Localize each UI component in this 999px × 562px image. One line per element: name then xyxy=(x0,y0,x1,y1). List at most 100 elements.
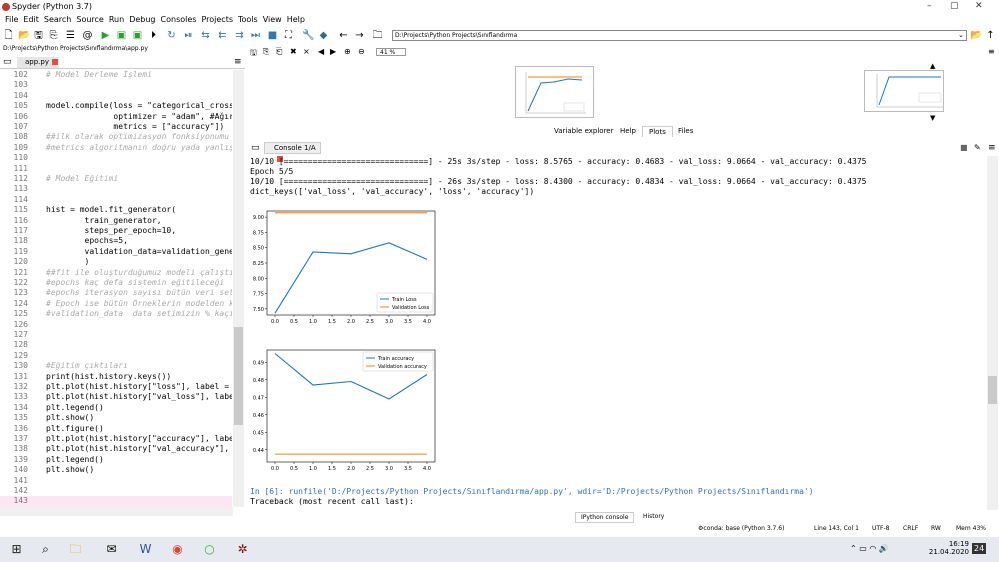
browse-consoles-icon[interactable]: ▭ xyxy=(251,143,260,153)
browse-folder-icon[interactable]: 📂 xyxy=(970,30,982,41)
menu-projects[interactable]: Projects xyxy=(201,15,233,24)
line-number: 103 xyxy=(13,80,28,90)
scroll-down-icon[interactable]: ▼ xyxy=(930,114,935,122)
save-all-plots-icon[interactable]: ⎘ xyxy=(263,47,269,57)
mail-icon[interactable]: ✉ xyxy=(104,542,119,557)
tab-history[interactable]: History xyxy=(638,512,669,521)
chrome-icon[interactable]: ◉ xyxy=(170,542,185,557)
menu-tools[interactable]: Tools xyxy=(238,15,258,24)
save-plot-icon[interactable]: 🖫 xyxy=(250,47,257,61)
console-line: 10/10 [==============================] -… xyxy=(250,157,867,166)
line-text: plt.legend() xyxy=(46,454,104,464)
line-text: # Model Derleme İşlemi xyxy=(46,70,152,79)
run-cell-advance-icon[interactable]: ▣ xyxy=(132,30,143,41)
run-icon[interactable]: ▶ xyxy=(100,30,111,41)
editor-scroll-thumb[interactable] xyxy=(234,327,243,425)
pane-options-icon[interactable]: ≡ xyxy=(988,47,995,56)
list-icon[interactable]: ☰ xyxy=(65,30,76,41)
parent-dir-icon[interactable]: ↑ xyxy=(985,30,996,41)
step-into-icon[interactable]: ⇇ xyxy=(217,30,228,41)
zoom-in-icon[interactable]: ⊕ xyxy=(344,47,351,56)
save-all-icon[interactable]: ⎘ xyxy=(48,30,59,41)
step-icon[interactable]: ⇆ xyxy=(200,30,211,41)
tab-help[interactable]: Help xyxy=(614,126,642,136)
browse-tabs-icon[interactable]: ▭ xyxy=(3,57,12,67)
minimize-button[interactable]: – xyxy=(927,1,932,11)
search-icon[interactable]: ⌕ xyxy=(38,542,53,557)
menu-search[interactable]: Search xyxy=(44,15,71,24)
continue-icon[interactable]: ⏭ xyxy=(250,30,261,41)
spyder-taskbar-icon[interactable]: ✲ xyxy=(235,542,250,557)
run-cell-icon[interactable]: ▣ xyxy=(116,30,127,41)
menu-debug[interactable]: Debug xyxy=(129,15,155,24)
wrench-icon[interactable]: 🔧 xyxy=(302,30,314,41)
word-icon[interactable]: W xyxy=(138,542,153,557)
tab-files[interactable]: Files xyxy=(672,126,699,136)
run-selection-icon[interactable]: ⏵ xyxy=(148,30,159,41)
menu-run[interactable]: Run xyxy=(109,15,124,24)
file-explorer-icon[interactable]: 🗀 xyxy=(68,542,83,557)
new-file-icon[interactable]: 🗋 xyxy=(3,30,14,41)
line-number: 108 xyxy=(13,132,28,142)
maximize-pane-icon[interactable]: ⛶ xyxy=(283,30,294,41)
line-text: plt.show() xyxy=(46,413,95,423)
stop-icon[interactable]: ■ xyxy=(267,30,278,41)
debug-icon[interactable]: ⏯ xyxy=(183,30,194,41)
save-icon[interactable]: 🖫 xyxy=(33,30,44,41)
x-tick-label: 0.0 xyxy=(271,319,279,325)
console-options-icon[interactable]: ≡ xyxy=(988,143,996,153)
step-return-icon[interactable]: ⇉ xyxy=(234,30,245,41)
menu-source[interactable]: Source xyxy=(76,15,103,24)
notification-badge[interactable]: 24 xyxy=(972,543,987,554)
close-tab-icon[interactable] xyxy=(52,59,58,65)
clock[interactable]: 16:19 21.04.2020 xyxy=(929,540,969,556)
code-editor[interactable]: 102 # Model Derleme İşlemi 103 104 105 model.… xyxy=(0,70,245,513)
plot-thumbnail[interactable] xyxy=(864,70,944,112)
line-number: 143 xyxy=(13,496,28,506)
tray-icons[interactable]: ⌃ ▭ ◠ 🔊 xyxy=(850,544,889,553)
reload-icon[interactable]: ↻ xyxy=(166,30,177,41)
menu-help[interactable]: Help xyxy=(287,15,305,24)
stop-kernel-icon[interactable]: ■ xyxy=(960,143,968,152)
remove-all-plots-icon[interactable]: ⨯ xyxy=(303,47,310,56)
plot-preview[interactable] xyxy=(515,66,594,118)
menu-consoles[interactable]: Consoles xyxy=(161,15,197,24)
at-icon[interactable]: @ xyxy=(82,30,93,41)
console-scroll-thumb[interactable] xyxy=(988,376,997,404)
menu-view[interactable]: View xyxy=(263,15,282,24)
chevron-down-icon[interactable]: ⌄ xyxy=(958,31,964,39)
edit-icon[interactable]: ✎ xyxy=(974,143,981,152)
close-button[interactable]: ✕ xyxy=(975,1,983,11)
editor-hscrollbar[interactable] xyxy=(0,507,233,516)
zoom-out-icon[interactable]: ⊖ xyxy=(358,47,365,56)
anaconda-icon[interactable]: ○ xyxy=(202,542,217,557)
tab-console[interactable]: Console 1/A xyxy=(264,142,321,162)
back-arrow-icon[interactable]: ← xyxy=(338,30,349,41)
tab-app-py[interactable]: app.py xyxy=(17,57,59,68)
working-directory-input[interactable]: D:\Projects\Python Projects\Sınıflandırm… xyxy=(392,30,967,41)
console-tab-label: Console 1/A xyxy=(274,144,316,152)
forward-arrow-icon[interactable]: → xyxy=(354,30,365,41)
scroll-up-icon[interactable]: ▲ xyxy=(930,62,935,70)
tab-ipython-console[interactable]: IPython console xyxy=(575,512,635,523)
copy-plot-icon[interactable]: ⎗ xyxy=(276,47,282,57)
console-scrollbar[interactable] xyxy=(987,156,998,510)
code-line: 142 xyxy=(0,486,232,496)
line-number: 136 xyxy=(13,423,28,433)
menu-bar: File Edit Search Source Run Debug Consoles Proj… xyxy=(0,15,999,28)
next-plot-icon[interactable]: ▶ xyxy=(330,47,336,56)
y-tick-label: 9.00 xyxy=(253,215,264,221)
open-file-icon[interactable]: 📂 xyxy=(18,30,30,41)
options-menu-icon[interactable]: ≡ xyxy=(234,57,242,67)
editor-scrollbar[interactable] xyxy=(233,70,244,507)
python-icon[interactable]: ◆ xyxy=(318,30,329,41)
tab-plots[interactable]: Plots xyxy=(642,126,673,137)
menu-file[interactable]: File xyxy=(5,15,18,24)
ipython-console[interactable]: 10/10 [==============================] -… xyxy=(248,156,986,513)
windows-start-icon[interactable]: ⊞ xyxy=(9,542,24,557)
remove-plot-icon[interactable]: ✖ xyxy=(290,47,297,56)
maximize-button[interactable]: ▢ xyxy=(950,1,959,11)
menu-edit[interactable]: Edit xyxy=(23,15,39,24)
previous-plot-icon[interactable]: ◀ xyxy=(318,47,324,56)
tab-variable-explorer[interactable]: Variable explorer xyxy=(548,126,619,136)
